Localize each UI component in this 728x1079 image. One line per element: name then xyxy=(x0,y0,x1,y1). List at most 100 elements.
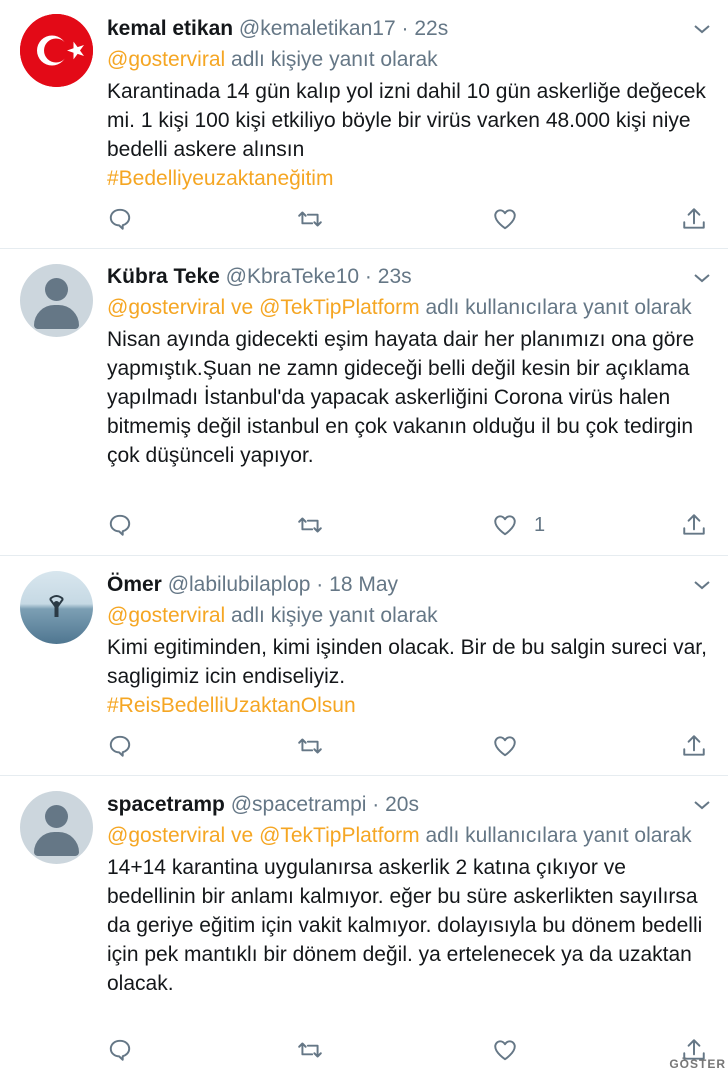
mention-link[interactable]: @gosterviral xyxy=(107,604,225,627)
chevron-down-icon[interactable] xyxy=(692,575,712,595)
display-name[interactable]: Ömer xyxy=(107,573,162,596)
share-icon xyxy=(683,514,705,535)
mention-link[interactable]: @TekTipPlatform xyxy=(259,296,420,319)
mention-link[interactable]: @gosterviral xyxy=(107,824,225,847)
timestamp[interactable]: 22s xyxy=(414,17,448,40)
tweet-text: Karantinada 14 gün kalıp yol izni dahil … xyxy=(107,77,712,193)
tweet-actions xyxy=(107,1036,728,1064)
hashtag-link[interactable]: #ReisBedelliUzaktanOlsun xyxy=(107,694,356,717)
reply-suffix: adlı kullanıcılara yanıt olarak xyxy=(425,296,692,319)
tweet-text: Kimi egitiminden, kimi işinden olacak. B… xyxy=(107,633,712,720)
retweet-button[interactable] xyxy=(297,732,323,760)
separator-dot: · xyxy=(316,573,324,596)
timestamp[interactable]: 18 May xyxy=(329,573,398,596)
swimmer-photo-icon xyxy=(49,595,64,617)
reply-button[interactable] xyxy=(107,732,133,760)
chevron-down-icon[interactable] xyxy=(692,268,712,288)
like-count: 1 xyxy=(534,513,546,536)
watermark-logo: GÖSTER xyxy=(669,1057,726,1071)
avatar-shoulders xyxy=(34,305,79,329)
chevron-down-icon[interactable] xyxy=(692,795,712,815)
avatar[interactable] xyxy=(20,14,93,87)
reply-button[interactable] xyxy=(107,511,133,539)
default-avatar-icon xyxy=(45,805,68,828)
user-handle[interactable]: @KbraTeke10 xyxy=(226,265,359,288)
turkish-flag-icon xyxy=(20,14,93,87)
reply-conjunction: ve xyxy=(231,296,254,319)
chevron-down-icon[interactable] xyxy=(692,19,712,39)
user-handle[interactable]: @labilubilaplop xyxy=(168,573,311,596)
tweet[interactable]: Ömer @labilubilaplop · 18 May @gostervir… xyxy=(0,556,728,776)
reply-icon xyxy=(109,1039,131,1061)
mention-link[interactable]: @TekTipPlatform xyxy=(259,824,420,847)
reply-button[interactable] xyxy=(107,205,133,233)
separator-dot: · xyxy=(401,17,409,40)
heart-icon xyxy=(494,736,516,757)
heart-icon xyxy=(494,515,516,536)
retweet-button[interactable] xyxy=(297,1036,323,1064)
timestamp[interactable]: 20s xyxy=(385,793,419,816)
separator-dot: · xyxy=(364,265,372,288)
tweet-header: Ömer @labilubilaplop · 18 May xyxy=(107,572,712,598)
like-button[interactable] xyxy=(492,205,534,233)
like-button[interactable] xyxy=(492,732,534,760)
display-name[interactable]: kemal etikan xyxy=(107,17,233,40)
tweet-text: Nisan ayında gidecekti eşim hayata dair … xyxy=(107,325,712,470)
reply-suffix: adlı kişiye yanıt olarak xyxy=(231,604,438,627)
default-avatar-icon xyxy=(45,278,68,301)
tweet-body: Kimi egitiminden, kimi işinden olacak. B… xyxy=(107,636,707,688)
retweet-icon xyxy=(298,211,322,227)
avatar[interactable] xyxy=(20,264,93,337)
retweet-button[interactable] xyxy=(297,205,323,233)
reply-icon xyxy=(109,514,131,536)
separator-dot: · xyxy=(372,793,380,816)
user-handle[interactable]: @spacetrampi xyxy=(231,793,367,816)
retweet-icon xyxy=(298,738,322,754)
tweet[interactable]: Kübra Teke @KbraTeke10 · 23s @gostervira… xyxy=(0,249,728,556)
retweet-button[interactable] xyxy=(297,511,323,539)
reply-suffix: adlı kişiye yanıt olarak xyxy=(231,48,438,71)
hashtag-link[interactable]: #Bedelliyeuzaktaneğitim xyxy=(107,167,333,190)
heart-icon xyxy=(494,209,516,230)
reply-icon xyxy=(109,735,131,757)
reply-icon xyxy=(109,208,131,230)
tweet-body: 14+14 karantina uygulanırsa askerlik 2 k… xyxy=(107,856,703,995)
share-button[interactable] xyxy=(681,205,707,233)
like-button[interactable]: 1 xyxy=(492,511,545,539)
tweet-text: 14+14 karantina uygulanırsa askerlik 2 k… xyxy=(107,853,712,998)
timestamp[interactable]: 23s xyxy=(378,265,412,288)
tweet[interactable]: kemal etikan @kemaletikan17 · 22s @goste… xyxy=(0,0,728,249)
reply-context: @gosterviral ve @TekTipPlatform adlı kul… xyxy=(107,293,712,322)
heart-icon xyxy=(494,1040,516,1061)
like-button[interactable] xyxy=(492,1036,534,1064)
tweet-header: spacetramp @spacetrampi · 20s xyxy=(107,792,712,818)
mention-link[interactable]: @gosterviral xyxy=(107,48,225,71)
retweet-icon xyxy=(298,517,322,533)
reply-button[interactable] xyxy=(107,1036,133,1064)
reply-context: @gosterviral adlı kişiye yanıt olarak xyxy=(107,45,712,74)
reply-conjunction: ve xyxy=(231,824,254,847)
tweet-header: kemal etikan @kemaletikan17 · 22s xyxy=(107,16,712,42)
user-handle[interactable]: @kemaletikan17 xyxy=(239,17,396,40)
tweet-actions xyxy=(107,205,728,233)
share-button[interactable] xyxy=(681,732,707,760)
tweet-header: Kübra Teke @KbraTeke10 · 23s xyxy=(107,264,712,290)
display-name[interactable]: spacetramp xyxy=(107,793,225,816)
display-name[interactable]: Kübra Teke xyxy=(107,265,220,288)
tweet-actions xyxy=(107,732,728,760)
tweet-body: Nisan ayında gidecekti eşim hayata dair … xyxy=(107,328,695,467)
avatar[interactable] xyxy=(20,791,93,864)
avatar[interactable] xyxy=(20,571,93,644)
share-icon xyxy=(683,735,705,756)
reply-suffix: adlı kullanıcılara yanıt olarak xyxy=(425,824,692,847)
mention-link[interactable]: @gosterviral xyxy=(107,296,225,319)
tweet-body: Karantinada 14 gün kalıp yol izni dahil … xyxy=(107,80,706,161)
tweet[interactable]: spacetramp @spacetrampi · 20s @gostervir… xyxy=(0,776,728,1079)
avatar-shoulders xyxy=(34,832,79,856)
share-icon xyxy=(683,208,705,229)
retweet-icon xyxy=(298,1042,322,1058)
share-button[interactable] xyxy=(681,511,707,539)
tweet-actions: 1 xyxy=(107,511,728,539)
reply-context: @gosterviral ve @TekTipPlatform adlı kul… xyxy=(107,821,712,850)
reply-context: @gosterviral adlı kişiye yanıt olarak xyxy=(107,601,712,630)
